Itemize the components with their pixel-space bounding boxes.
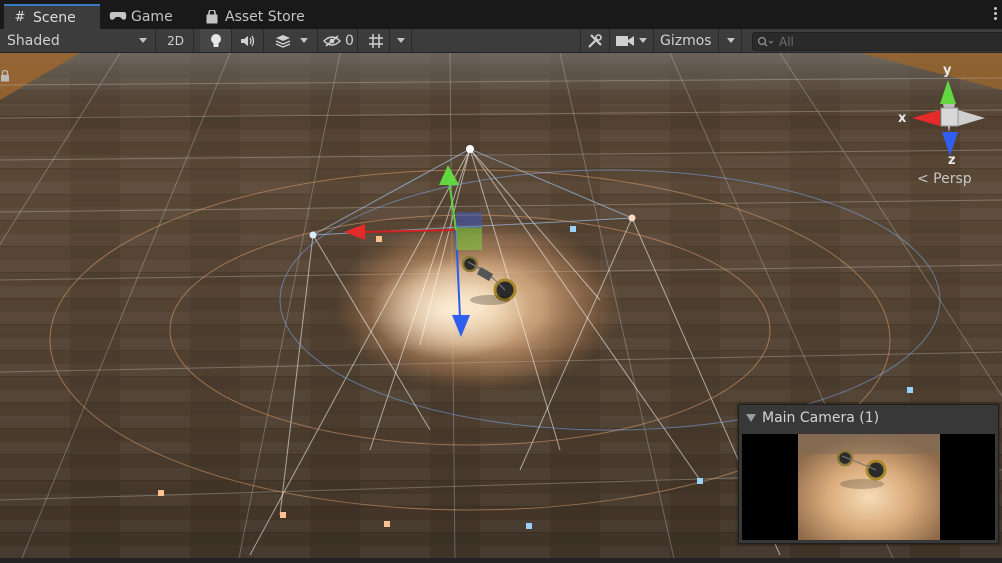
scene-lighting-toggle[interactable] — [200, 29, 232, 52]
search-icon — [757, 36, 774, 47]
tab-game[interactable]: Game — [106, 4, 193, 29]
lock-icon[interactable] — [0, 70, 10, 82]
chevron-down-icon — [139, 38, 147, 43]
grid-icon — [368, 33, 383, 48]
camera-preview-render — [742, 434, 995, 540]
scene-audio-toggle[interactable] — [232, 29, 264, 52]
chevron-down-icon — [726, 38, 735, 43]
grid-snap-button[interactable] — [362, 29, 390, 52]
gizmos-toggle[interactable]: Gizmos — [655, 29, 719, 52]
shading-mode-value: Shaded — [7, 32, 60, 49]
scene-search-input[interactable]: All — [752, 32, 1002, 51]
collapse-triangle-icon[interactable] — [746, 414, 756, 422]
projection-toggle[interactable]: < Persp — [917, 171, 972, 187]
chevron-down-icon — [396, 38, 405, 43]
tab-scene-label: Scene — [33, 9, 76, 26]
hidden-objects-toggle[interactable]: 0 — [320, 29, 358, 52]
gizmos-label: Gizmos — [660, 32, 712, 49]
camera-preview-title: Main Camera (1) — [762, 410, 880, 426]
layers-icon — [275, 34, 291, 48]
shading-mode-dropdown[interactable]: Shaded — [0, 29, 156, 52]
tab-scene[interactable]: # Scene — [4, 4, 100, 29]
tab-asset-store-label: Asset Store — [225, 8, 305, 25]
camera-settings-dropdown[interactable] — [610, 29, 654, 52]
search-placeholder: All — [779, 34, 794, 49]
eye-hidden-icon — [323, 34, 342, 47]
hash-icon: # — [14, 10, 26, 25]
lightbulb-icon — [210, 33, 221, 47]
scene-effects-dropdown[interactable] — [266, 29, 318, 52]
hidden-count: 0 — [345, 32, 354, 49]
tools-button[interactable] — [580, 29, 610, 52]
chevron-down-icon — [300, 38, 309, 43]
camera-preview-header[interactable]: Main Camera (1) — [739, 405, 998, 431]
chevron-down-icon — [639, 38, 648, 43]
gizmo-x-label: x — [898, 111, 907, 126]
window-bottom-border — [0, 558, 1002, 563]
shopping-bag-icon — [203, 9, 221, 24]
camera-icon — [615, 35, 634, 46]
gizmos-dropdown[interactable] — [720, 29, 742, 52]
tab-game-label: Game — [131, 8, 173, 25]
camera-preview-panel: Main Camera (1) — [738, 404, 999, 544]
toggle-2d-label: 2D — [167, 33, 184, 48]
toggle-2d-button[interactable]: 2D — [158, 29, 194, 52]
gizmo-z-label: z — [948, 153, 956, 168]
wrench-icon — [588, 33, 602, 48]
gamepad-icon — [109, 11, 127, 22]
window-tab-bar: # Scene Game Asset Store — [0, 0, 1002, 29]
speaker-icon — [240, 35, 254, 46]
window-menu-icon[interactable] — [994, 7, 998, 20]
gizmo-y-label: y — [943, 63, 952, 78]
tab-asset-store[interactable]: Asset Store — [200, 4, 323, 29]
grid-options-dropdown[interactable] — [390, 29, 412, 52]
